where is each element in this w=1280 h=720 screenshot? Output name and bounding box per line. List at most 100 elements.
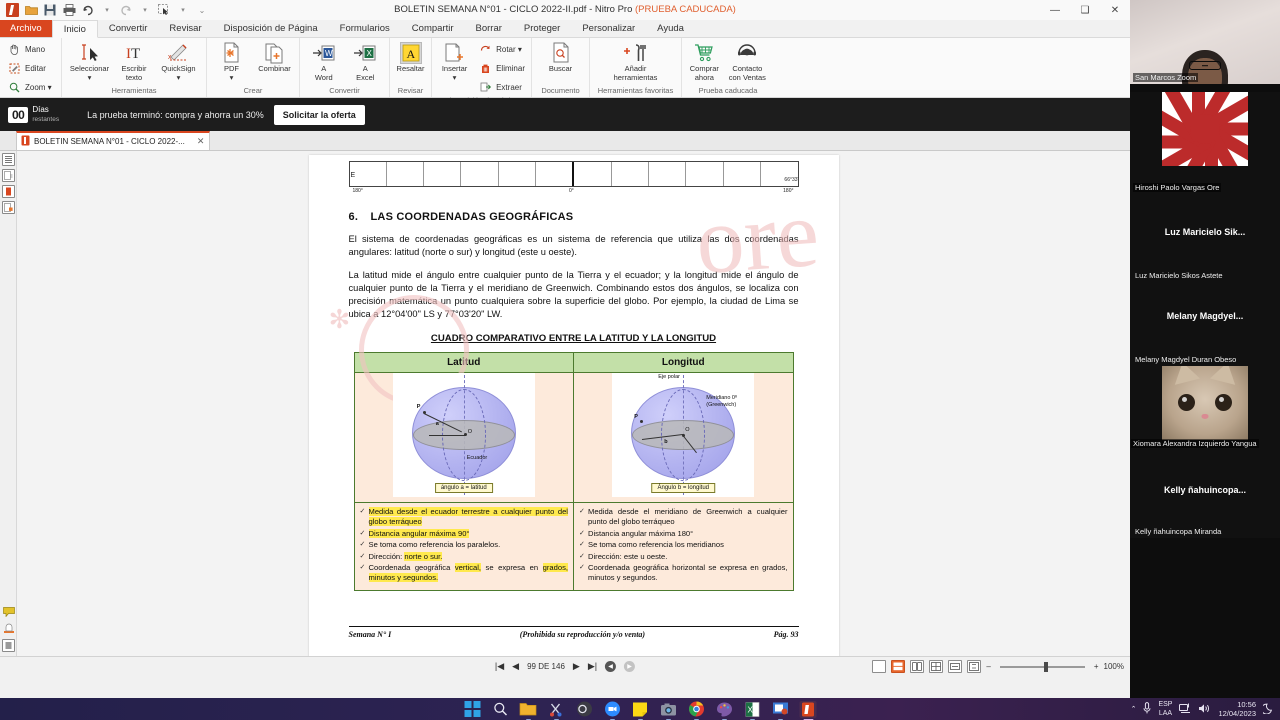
resaltar-button[interactable]: A Resaltar [394,40,427,74]
menu-tab-formularios[interactable]: Formularios [329,20,401,37]
status-bar[interactable]: |◀ ◀ 99 DE 146 ▶ ▶| ◀ ▶ – + 100% [0,656,1130,676]
zoom-slider-knob[interactable] [1044,661,1049,672]
quicksign-button[interactable]: x QuickSign ▾ [155,40,202,82]
menu-tab-ayuda[interactable]: Ayuda [646,20,695,37]
continuous-view-icon[interactable] [891,660,906,673]
folder-open-icon[interactable] [23,3,39,18]
two-page-view-icon[interactable] [910,660,925,673]
page-viewport[interactable]: ore ✻ E 180° 0° 66°33' 180° 6. LAS COORD… [17,151,1130,656]
pdf-button[interactable]: PDF ▾ [211,40,252,82]
tray-chevron-icon[interactable]: ⌃ [1131,705,1137,713]
document-tab[interactable]: BOLETIN SEMANA N°01 - CICLO 2022-... ✕ [16,131,211,150]
tool-mano[interactable]: Mano [4,41,57,59]
escribir-texto-button[interactable]: IT Escribir texto [115,40,153,82]
participant-tile-1[interactable]: Hiroshi Paolo Vargas Ore [1130,92,1280,198]
insertar-button[interactable]: Insertar ▾ [436,40,473,82]
obs-studio[interactable] [576,701,593,718]
zoom-app[interactable] [604,701,621,720]
left-rail-bottom-tools[interactable] [2,605,15,652]
stamp-icon[interactable] [2,622,15,635]
menu-tab-personalizar[interactable]: Personalizar [571,20,646,37]
minimize-button[interactable]: — [1040,0,1070,20]
ribbon-toolbar[interactable]: Mano Editar Zoom ▾ Seleccionar ▾ I T Esc… [0,38,1130,105]
nitro-pro-app[interactable] [799,700,817,720]
bookmarks-panel-icon[interactable] [1,169,15,182]
request-offer-button[interactable]: Solicitar la oferta [273,104,365,125]
taskbar-items[interactable]: X [464,700,817,720]
menu-tab-proteger[interactable]: Proteger [513,20,571,37]
eliminar-button[interactable]: Eliminar [475,59,527,77]
system-tray[interactable]: ⌃ ESP LAA 10:56 12/04/2023 [1131,700,1274,718]
menu-tab-revisar[interactable]: Revisar [158,20,212,37]
participant-tile-4[interactable]: Xiomara Alexandra Izquierdo Yangua [1130,366,1280,450]
camera-app[interactable] [660,701,677,720]
participant-tile-2[interactable]: Luz Maricielo Sik... Luz Maricielo Sikos… [1130,198,1280,282]
participant-tile-0[interactable]: San Marcos Zoom [1130,0,1280,84]
maximize-button[interactable]: ❑ [1070,0,1100,20]
save-icon[interactable] [42,3,58,18]
anadir-herramientas-button[interactable]: Añadir herramientas [610,40,662,82]
menu-archivo[interactable]: Archivo [0,20,52,37]
extraer-button[interactable]: Extraer [475,78,527,96]
document-tab-strip[interactable]: BOLETIN SEMANA N°01 - CICLO 2022-... ✕ [0,131,1130,151]
windows-taskbar[interactable]: X ⌃ ESP LAA 10:56 12/04/2023 [0,698,1280,720]
comprar-ahora-button[interactable]: Comprar ahora [686,40,723,82]
rotar-button[interactable]: Rotar ▾ [475,40,527,58]
last-page-icon[interactable]: ▶| [588,661,597,672]
select-dropdown-icon[interactable]: ▾ [175,3,191,18]
zoom-slider[interactable] [999,661,1085,672]
menu-tab-inicio[interactable]: Inicio [51,20,98,38]
a-excel-button[interactable]: X A Excel [346,40,386,82]
previous-view-icon[interactable]: ◀ [605,661,617,672]
window-controls[interactable]: — ❑ ✕ [1040,0,1130,20]
microphone-icon[interactable] [1143,702,1151,716]
prev-page-icon[interactable]: ◀ [512,661,519,672]
menu-tab-convertir[interactable]: Convertir [98,20,159,37]
next-view-icon[interactable]: ▶ [624,661,636,672]
redo-dropdown-icon[interactable]: ▾ [137,3,153,18]
start-button[interactable] [464,701,481,718]
next-page-icon[interactable]: ▶ [573,661,580,672]
undo-dropdown-icon[interactable]: ▾ [99,3,115,18]
zoom-out-button[interactable]: – [986,662,990,671]
fit-page-icon[interactable] [967,660,982,673]
single-page-view-icon[interactable] [872,660,887,673]
select-icon[interactable] [156,3,172,18]
customize-icon[interactable]: ⌄ [194,3,210,18]
undo-icon[interactable] [80,3,96,18]
language-indicator[interactable]: ESP LAA [1158,700,1172,718]
a-word-button[interactable]: W A Word [304,40,344,82]
seleccionar-button[interactable]: Seleccionar ▾ [66,40,113,82]
redo-icon[interactable] [118,3,134,18]
menu-bar[interactable]: Archivo Inicio Convertir Revisar Disposi… [0,20,1130,38]
search-button[interactable] [492,701,509,718]
fit-width-icon[interactable] [948,660,963,673]
pages-panel-icon[interactable] [1,153,15,166]
sticky-notes[interactable] [632,701,649,720]
security-panel-icon[interactable] [1,201,15,214]
powerpoint-app[interactable] [772,701,789,720]
paint-app[interactable] [716,701,733,720]
comments-icon[interactable] [2,605,15,618]
contacto-ventas-button[interactable]: Contacto con Ventas [725,40,770,82]
zoom-meeting-panel[interactable]: San Marcos Zoom Hiroshi Paolo Vargas Ore [1130,0,1280,698]
network-icon[interactable] [1179,703,1191,716]
two-page-continuous-view-icon[interactable] [929,660,944,673]
clock[interactable]: 10:56 12/04/2023 [1218,700,1256,718]
first-page-icon[interactable]: |◀ [495,661,504,672]
view-tools[interactable]: – + 100% [872,660,1124,673]
participant-tile-5[interactable]: Kelly ñahuincopa... Kelly ñahuincopa Mir… [1130,450,1280,538]
buscar-button[interactable]: Buscar [540,40,582,74]
menu-tab-compartir[interactable]: Compartir [401,20,465,37]
file-explorer[interactable] [519,701,537,720]
page-navigation[interactable]: |◀ ◀ 99 DE 146 ▶ ▶| ◀ ▶ [495,661,636,672]
thumbnail-icon[interactable] [2,639,15,652]
zoom-in-button[interactable]: + [1094,662,1099,671]
menu-tab-disposicion[interactable]: Disposición de Página [213,20,329,37]
google-chrome[interactable] [688,701,705,720]
combinar-button[interactable]: Combinar [254,40,295,74]
quick-access-toolbar[interactable]: ▾ ▾ ▾ ⌄ [0,3,210,18]
excel-app[interactable]: X [744,701,761,720]
tool-editar[interactable]: Editar [4,60,57,78]
participant-tile-3[interactable]: Melany Magdyel... Melany Magdyel Duran O… [1130,282,1280,366]
